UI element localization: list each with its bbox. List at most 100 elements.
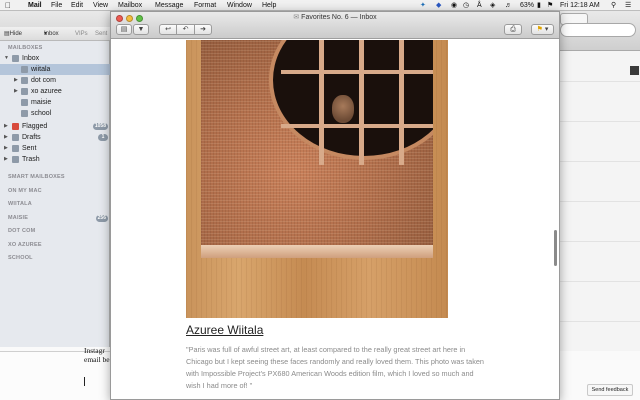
sidebar-item-dot-com[interactable]: ▶ dot com <box>0 75 110 86</box>
close-icon[interactable] <box>630 66 639 75</box>
volume-icon[interactable]: ♬ <box>505 0 512 11</box>
junk-button[interactable]: ▼ <box>133 24 149 35</box>
message-titlebar: ✉ Favorites No. 6 — Inbox ▤ ▼ ↩ ↶ ➜ ⎙ ⚑ … <box>111 12 559 39</box>
disclosure-closed-icon[interactable]: ▶ <box>4 132 8 143</box>
inbox-icon <box>21 110 28 117</box>
menu-app-mail[interactable]: Mail <box>28 0 42 11</box>
print-icon: ⎙ <box>510 26 516 33</box>
dropbox-icon[interactable]: ◆ <box>436 0 441 11</box>
message-body[interactable]: Azuree Wiitala "Paris was full of awful … <box>111 40 559 399</box>
sidebar-item-label: dot com <box>31 77 56 84</box>
section-dot-com[interactable]: DOT COM <box>8 228 35 234</box>
sidebar-item-school[interactable]: school <box>0 108 110 119</box>
window-bar <box>281 70 433 74</box>
flag-icon: ⚑ <box>536 26 543 33</box>
evernote-icon[interactable]: ◉ <box>451 0 457 11</box>
sidebar-item-inbox[interactable]: ▼ Inbox <box>0 53 110 64</box>
disclosure-closed-icon[interactable]: ▶ <box>4 154 8 165</box>
forward-button[interactable]: ➜ <box>194 24 212 35</box>
sidebar-item-flagged[interactable]: ▶ Flagged 1058 <box>0 121 110 132</box>
message-window: ✉ Favorites No. 6 — Inbox ▤ ▼ ↩ ↶ ➜ ⎙ ⚑ … <box>110 11 560 400</box>
inbox-icon <box>21 77 28 84</box>
disclosure-open-icon[interactable]: ▼ <box>4 53 9 64</box>
inbox-icon <box>21 99 28 106</box>
notification-center-icon[interactable]: ☰ <box>625 0 631 11</box>
sidebar-item-label: Inbox <box>22 55 40 62</box>
section-on-my-mac[interactable]: ON MY MAC <box>8 188 42 194</box>
menu-format[interactable]: Format <box>194 0 216 11</box>
hide-button[interactable]: ▤ Hide <box>4 27 22 41</box>
menu-mailbox[interactable]: Mailbox <box>118 0 142 11</box>
trash-icon: ▤ <box>120 26 128 33</box>
battery-percent[interactable]: 63% <box>520 0 534 11</box>
menu-window[interactable]: Window <box>227 0 252 11</box>
delete-button[interactable]: ▤ <box>116 24 132 35</box>
disclosure-closed-icon[interactable]: ▶ <box>14 86 18 97</box>
sidebar-item-xo-azuree[interactable]: ▶ xo azuree <box>0 86 110 97</box>
window-bar <box>281 124 433 128</box>
section-smart-mailboxes[interactable]: SMART MAILBOXES <box>8 174 65 180</box>
clock[interactable]: Fri 12:18 AM <box>560 0 600 11</box>
list-divider <box>557 121 640 122</box>
flag-button[interactable]: ⚑ ▾ <box>531 24 554 35</box>
print-button[interactable]: ⎙ <box>504 24 522 35</box>
sent-icon <box>12 145 19 152</box>
favorites-bar: ▤ Hide Inbox ▾ VIPs Sent <box>0 27 110 41</box>
menu-file[interactable]: File <box>51 0 62 11</box>
scrollbar-thumb[interactable] <box>554 230 557 266</box>
menu-view[interactable]: View <box>93 0 108 11</box>
sent-favorite-button[interactable]: Sent <box>95 27 107 41</box>
wifi-icon[interactable]: ◈ <box>490 0 495 11</box>
disclosure-closed-icon[interactable]: ▶ <box>4 143 8 154</box>
sidebar-item-label: Sent <box>22 145 37 152</box>
apple-icon[interactable]:  <box>5 0 11 11</box>
message-window-title: ✉ Favorites No. 6 — Inbox <box>111 14 559 22</box>
vips-button[interactable]: VIPs <box>75 27 88 41</box>
polaroid-photo <box>186 40 448 318</box>
menu-edit[interactable]: Edit <box>71 0 83 11</box>
compose-body[interactable]: Instagr email be <box>84 346 110 364</box>
sidebar-item-drafts[interactable]: ▶ Drafts 1 <box>0 132 110 143</box>
search-input[interactable] <box>560 23 636 37</box>
floor-strip <box>201 245 433 258</box>
reply-button[interactable]: ↩ <box>159 24 177 35</box>
sidebar-item-label: wiitala <box>31 66 51 73</box>
message-list-strip <box>556 51 640 351</box>
menu-message[interactable]: Message <box>155 0 183 11</box>
menu-bar:  Mail File Edit View Mailbox Message Fo… <box>0 0 640 11</box>
sidebar-item-maisie[interactable]: maisie <box>0 97 110 108</box>
sidebar-item-wiitala[interactable]: wiitala <box>0 64 110 75</box>
sidebar-item-sent[interactable]: ▶ Sent <box>0 143 110 154</box>
list-divider <box>557 201 640 202</box>
disclosure-closed-icon[interactable]: ▶ <box>4 121 8 132</box>
reply-all-button[interactable]: ↶ <box>176 24 195 35</box>
list-divider <box>557 161 640 162</box>
section-mailboxes[interactable]: MAILBOXES <box>8 45 43 51</box>
inbox-icon <box>12 55 19 62</box>
sidebar-item-label: maisie <box>31 99 52 106</box>
menu-help[interactable]: Help <box>262 0 276 11</box>
sidebar-item-label: xo azuree <box>31 88 62 95</box>
time-machine-icon[interactable]: ◷ <box>463 0 469 11</box>
caption-title-link[interactable]: Azuree Wiitala <box>186 323 263 337</box>
section-school[interactable]: SCHOOL <box>8 255 33 261</box>
window-bar <box>399 40 404 165</box>
section-wiitala[interactable]: WIITALA <box>8 201 32 207</box>
twitter-icon[interactable]: ✦ <box>420 0 426 11</box>
thumbs-down-icon: ▼ <box>137 26 145 33</box>
reply-all-icon: ↶ <box>182 26 189 33</box>
flag-us-icon[interactable]: ⚑ <box>547 0 553 11</box>
send-feedback-button[interactable]: Send feedback <box>587 384 633 396</box>
sidebar-item-label: Flagged <box>22 123 48 130</box>
caption-text: "Paris was full of awful street art, at … <box>186 345 484 390</box>
disclosure-closed-icon[interactable]: ▶ <box>14 75 18 86</box>
window-bar <box>319 40 324 165</box>
section-xo-azuree[interactable]: XO AZUREE <box>8 242 42 248</box>
spotlight-icon[interactable]: ⚲ <box>611 0 616 11</box>
sidebar-item-trash[interactable]: ▶ Trash <box>0 154 110 165</box>
battery-icon[interactable]: ▮ <box>537 0 541 11</box>
photo-image <box>201 40 433 258</box>
inbox-dropdown[interactable]: Inbox ▾ <box>44 27 59 41</box>
maisie-badge-row: 256 <box>0 213 110 224</box>
bluetooth-icon[interactable]: Å <box>477 0 482 11</box>
